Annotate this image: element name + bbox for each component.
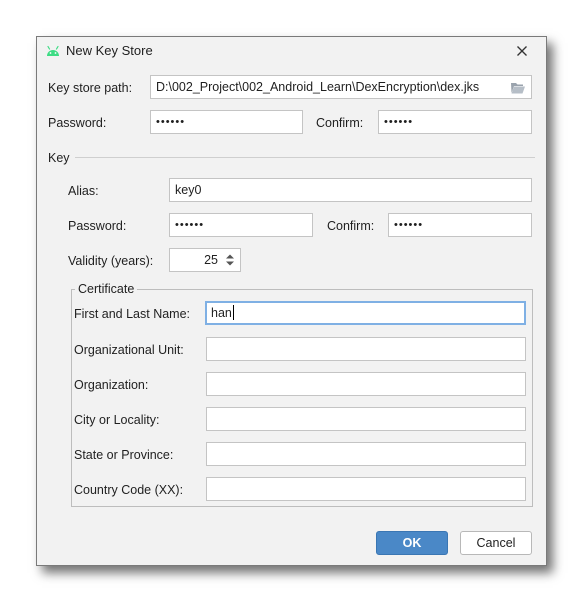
organization-field[interactable] xyxy=(206,372,526,396)
org-unit-label: Organizational Unit: xyxy=(74,343,184,357)
keystore-password-field[interactable]: •••••• xyxy=(150,110,303,134)
keystore-password-label: Password: xyxy=(48,116,107,130)
organization-label: Organization: xyxy=(74,378,149,392)
first-last-name-field[interactable]: han xyxy=(205,301,526,325)
first-last-name-value: han xyxy=(211,306,232,320)
folder-open-icon[interactable] xyxy=(510,80,526,94)
validity-value: 25 xyxy=(204,253,218,267)
key-section-label: Key xyxy=(48,151,70,165)
ok-button[interactable]: OK xyxy=(376,531,448,555)
city-field[interactable] xyxy=(206,407,526,431)
keystore-confirm-field[interactable]: •••••• xyxy=(378,110,532,134)
alias-field[interactable]: key0 xyxy=(169,178,532,202)
certificate-legend: Certificate xyxy=(75,281,138,297)
key-password-label: Password: xyxy=(68,219,127,233)
android-icon xyxy=(45,44,61,58)
keystore-path-label: Key store path: xyxy=(48,81,133,95)
country-code-field[interactable] xyxy=(206,477,526,501)
key-password-field[interactable]: •••••• xyxy=(169,213,313,237)
new-key-store-dialog: New Key Store Key store path: D:\002_Pro… xyxy=(36,36,547,566)
state-label: State or Province: xyxy=(74,448,174,462)
close-icon[interactable] xyxy=(514,43,530,59)
key-confirm-label: Confirm: xyxy=(327,219,375,233)
text-caret xyxy=(232,305,234,320)
first-last-name-label: First and Last Name: xyxy=(74,307,191,321)
country-code-label: Country Code (XX): xyxy=(74,483,184,497)
keystore-path-value: D:\002_Project\002_Android_Learn\DexEncr… xyxy=(156,80,480,94)
key-section-divider xyxy=(75,157,535,158)
title-bar: New Key Store xyxy=(37,37,546,65)
state-field[interactable] xyxy=(206,442,526,466)
spinner-arrows-icon[interactable] xyxy=(223,252,237,268)
city-label: City or Locality: xyxy=(74,413,160,427)
keystore-path-field[interactable]: D:\002_Project\002_Android_Learn\DexEncr… xyxy=(150,75,532,99)
validity-label: Validity (years): xyxy=(68,254,154,268)
dialog-title: New Key Store xyxy=(66,43,153,58)
keystore-confirm-label: Confirm: xyxy=(316,116,364,130)
cancel-button[interactable]: Cancel xyxy=(460,531,532,555)
org-unit-field[interactable] xyxy=(206,337,526,361)
key-confirm-field[interactable]: •••••• xyxy=(388,213,532,237)
alias-label: Alias: xyxy=(68,184,99,198)
validity-spinner[interactable]: 25 xyxy=(169,248,241,272)
